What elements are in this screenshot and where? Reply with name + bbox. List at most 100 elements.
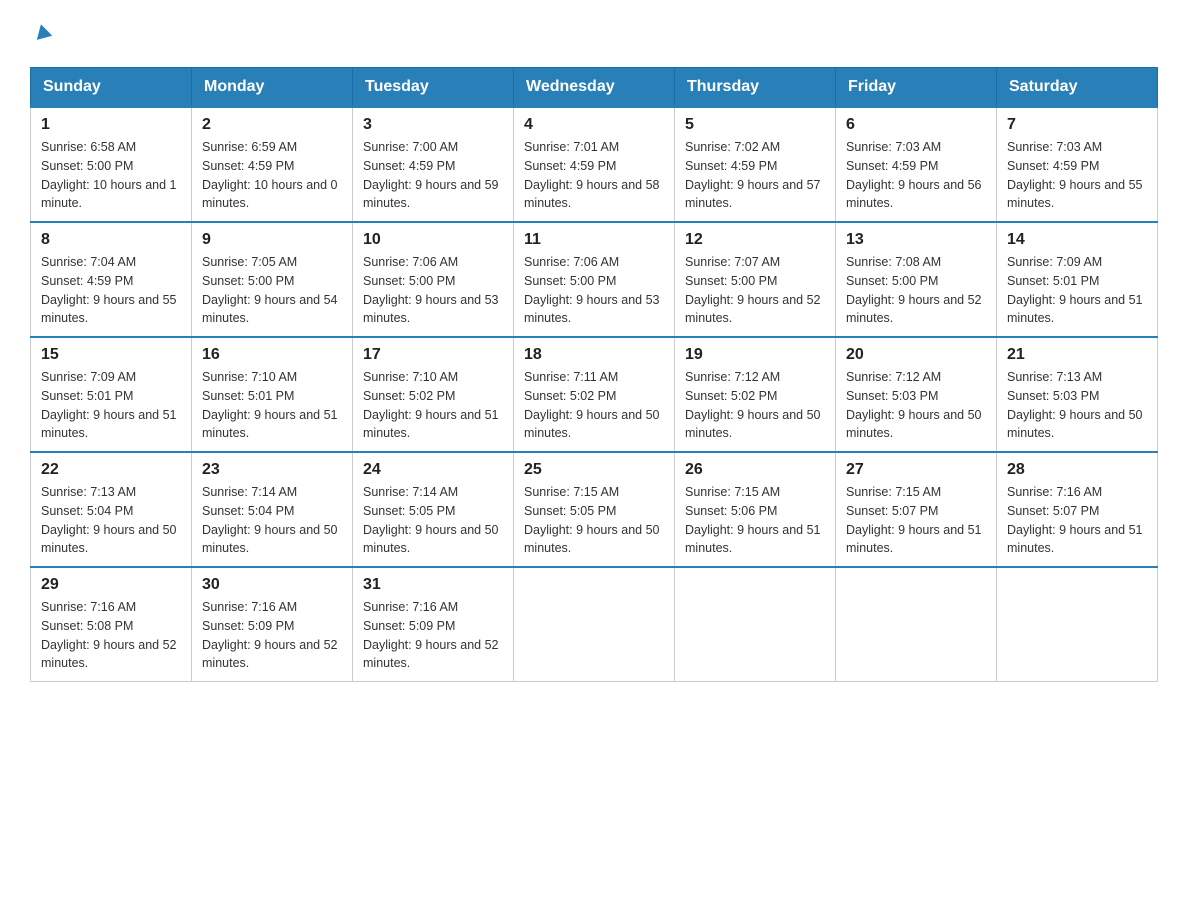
calendar-cell: 21Sunrise: 7:13 AMSunset: 5:03 PMDayligh…	[997, 337, 1158, 452]
day-info: Sunrise: 7:12 AMSunset: 5:02 PMDaylight:…	[685, 368, 825, 443]
calendar-cell: 16 Sunrise: 7:10 AMSunset: 5:01 PMDayligh…	[192, 337, 353, 452]
day-number: 26	[685, 461, 825, 479]
day-info: Sunrise: 7:06 AMSunset: 5:00 PMDaylight:…	[524, 253, 664, 328]
week-row-5: 29Sunrise: 7:16 AMSunset: 5:08 PMDayligh…	[31, 567, 1158, 682]
day-info: Sunrise: 6:59 AMSunset: 4:59 PMDaylight:…	[202, 138, 342, 213]
day-number: 13	[846, 231, 986, 249]
day-number: 16	[202, 346, 342, 364]
calendar-cell: 20Sunrise: 7:12 AMSunset: 5:03 PMDayligh…	[836, 337, 997, 452]
day-number: 22	[41, 461, 181, 479]
calendar-cell: 14 Sunrise: 7:09 AMSunset: 5:01 PMDayligh…	[997, 222, 1158, 337]
day-info: Sunrise: 7:14 AMSunset: 5:05 PMDaylight:…	[363, 483, 503, 558]
calendar-cell: 26 Sunrise: 7:15 AMSunset: 5:06 PMDayligh…	[675, 452, 836, 567]
calendar-cell: 24 Sunrise: 7:14 AMSunset: 5:05 PMDayligh…	[353, 452, 514, 567]
day-number: 6	[846, 116, 986, 134]
day-number: 7	[1007, 116, 1147, 134]
day-info: Sunrise: 7:15 AMSunset: 5:05 PMDaylight:…	[524, 483, 664, 558]
logo-triangle-icon	[33, 22, 53, 47]
day-number: 9	[202, 231, 342, 249]
calendar-cell: 23 Sunrise: 7:14 AMSunset: 5:04 PMDayligh…	[192, 452, 353, 567]
day-number: 15	[41, 346, 181, 364]
day-info: Sunrise: 7:16 AMSunset: 5:09 PMDaylight:…	[202, 598, 342, 673]
day-number: 2	[202, 116, 342, 134]
calendar-cell: 11 Sunrise: 7:06 AMSunset: 5:00 PMDayligh…	[514, 222, 675, 337]
calendar-header: SundayMondayTuesdayWednesdayThursdayFrid…	[31, 68, 1158, 108]
calendar-cell: 13 Sunrise: 7:08 AMSunset: 5:00 PMDayligh…	[836, 222, 997, 337]
week-row-2: 8Sunrise: 7:04 AMSunset: 4:59 PMDaylight…	[31, 222, 1158, 337]
day-info: Sunrise: 7:01 AMSunset: 4:59 PMDaylight:…	[524, 138, 664, 213]
day-number: 31	[363, 576, 503, 594]
header-sunday: Sunday	[31, 68, 192, 108]
day-info: Sunrise: 7:13 AMSunset: 5:04 PMDaylight:…	[41, 483, 181, 558]
day-number: 23	[202, 461, 342, 479]
day-info: Sunrise: 7:16 AMSunset: 5:09 PMDaylight:…	[363, 598, 503, 673]
header-wednesday: Wednesday	[514, 68, 675, 108]
day-info: Sunrise: 7:10 AMSunset: 5:02 PMDaylight:…	[363, 368, 503, 443]
day-info: Sunrise: 7:15 AMSunset: 5:06 PMDaylight:…	[685, 483, 825, 558]
day-info: Sunrise: 7:06 AMSunset: 5:00 PMDaylight:…	[363, 253, 503, 328]
day-info: Sunrise: 7:05 AMSunset: 5:00 PMDaylight:…	[202, 253, 342, 328]
calendar-cell: 28Sunrise: 7:16 AMSunset: 5:07 PMDayligh…	[997, 452, 1158, 567]
day-info: Sunrise: 7:02 AMSunset: 4:59 PMDaylight:…	[685, 138, 825, 213]
calendar-cell: 9 Sunrise: 7:05 AMSunset: 5:00 PMDaylight…	[192, 222, 353, 337]
calendar-cell	[997, 567, 1158, 682]
page-header	[30, 20, 1158, 47]
header-saturday: Saturday	[997, 68, 1158, 108]
calendar-cell: 15 Sunrise: 7:09 AMSunset: 5:01 PMDayligh…	[31, 337, 192, 452]
header-tuesday: Tuesday	[353, 68, 514, 108]
day-info: Sunrise: 7:03 AMSunset: 4:59 PMDaylight:…	[1007, 138, 1147, 213]
day-info: Sunrise: 6:58 AMSunset: 5:00 PMDaylight:…	[41, 138, 181, 213]
week-row-4: 22 Sunrise: 7:13 AMSunset: 5:04 PMDayligh…	[31, 452, 1158, 567]
day-number: 28	[1007, 461, 1147, 479]
day-number: 19	[685, 346, 825, 364]
calendar-table: SundayMondayTuesdayWednesdayThursdayFrid…	[30, 67, 1158, 682]
day-info: Sunrise: 7:14 AMSunset: 5:04 PMDaylight:…	[202, 483, 342, 558]
calendar-cell: 17Sunrise: 7:10 AMSunset: 5:02 PMDayligh…	[353, 337, 514, 452]
calendar-cell: 4Sunrise: 7:01 AMSunset: 4:59 PMDaylight…	[514, 107, 675, 222]
header-row: SundayMondayTuesdayWednesdayThursdayFrid…	[31, 68, 1158, 108]
day-number: 12	[685, 231, 825, 249]
calendar-cell: 31 Sunrise: 7:16 AMSunset: 5:09 PMDayligh…	[353, 567, 514, 682]
day-info: Sunrise: 7:11 AMSunset: 5:02 PMDaylight:…	[524, 368, 664, 443]
calendar-cell: 18 Sunrise: 7:11 AMSunset: 5:02 PMDayligh…	[514, 337, 675, 452]
logo	[30, 20, 53, 47]
header-monday: Monday	[192, 68, 353, 108]
day-number: 11	[524, 231, 664, 249]
day-info: Sunrise: 7:04 AMSunset: 4:59 PMDaylight:…	[41, 253, 181, 328]
header-thursday: Thursday	[675, 68, 836, 108]
day-info: Sunrise: 7:00 AMSunset: 4:59 PMDaylight:…	[363, 138, 503, 213]
day-info: Sunrise: 7:09 AMSunset: 5:01 PMDaylight:…	[1007, 253, 1147, 328]
day-number: 3	[363, 116, 503, 134]
day-number: 18	[524, 346, 664, 364]
calendar-cell: 5 Sunrise: 7:02 AMSunset: 4:59 PMDaylight…	[675, 107, 836, 222]
day-number: 21	[1007, 346, 1147, 364]
day-number: 10	[363, 231, 503, 249]
calendar-cell: 25 Sunrise: 7:15 AMSunset: 5:05 PMDayligh…	[514, 452, 675, 567]
day-info: Sunrise: 7:09 AMSunset: 5:01 PMDaylight:…	[41, 368, 181, 443]
day-number: 24	[363, 461, 503, 479]
header-friday: Friday	[836, 68, 997, 108]
calendar-cell: 22 Sunrise: 7:13 AMSunset: 5:04 PMDayligh…	[31, 452, 192, 567]
day-info: Sunrise: 7:12 AMSunset: 5:03 PMDaylight:…	[846, 368, 986, 443]
week-row-1: 1 Sunrise: 6:58 AMSunset: 5:00 PMDaylight…	[31, 107, 1158, 222]
calendar-cell: 3 Sunrise: 7:00 AMSunset: 4:59 PMDaylight…	[353, 107, 514, 222]
calendar-cell	[836, 567, 997, 682]
day-info: Sunrise: 7:08 AMSunset: 5:00 PMDaylight:…	[846, 253, 986, 328]
day-number: 14	[1007, 231, 1147, 249]
calendar-cell: 29Sunrise: 7:16 AMSunset: 5:08 PMDayligh…	[31, 567, 192, 682]
calendar-cell: 19 Sunrise: 7:12 AMSunset: 5:02 PMDayligh…	[675, 337, 836, 452]
day-number: 1	[41, 116, 181, 134]
day-number: 25	[524, 461, 664, 479]
calendar-cell: 10 Sunrise: 7:06 AMSunset: 5:00 PMDayligh…	[353, 222, 514, 337]
week-row-3: 15 Sunrise: 7:09 AMSunset: 5:01 PMDayligh…	[31, 337, 1158, 452]
calendar-cell: 1 Sunrise: 6:58 AMSunset: 5:00 PMDaylight…	[31, 107, 192, 222]
calendar-cell: 12Sunrise: 7:07 AMSunset: 5:00 PMDayligh…	[675, 222, 836, 337]
calendar-cell: 30Sunrise: 7:16 AMSunset: 5:09 PMDayligh…	[192, 567, 353, 682]
calendar-cell: 7 Sunrise: 7:03 AMSunset: 4:59 PMDaylight…	[997, 107, 1158, 222]
calendar-cell	[514, 567, 675, 682]
day-number: 29	[41, 576, 181, 594]
day-info: Sunrise: 7:10 AMSunset: 5:01 PMDaylight:…	[202, 368, 342, 443]
day-number: 5	[685, 116, 825, 134]
day-info: Sunrise: 7:15 AMSunset: 5:07 PMDaylight:…	[846, 483, 986, 558]
day-number: 27	[846, 461, 986, 479]
